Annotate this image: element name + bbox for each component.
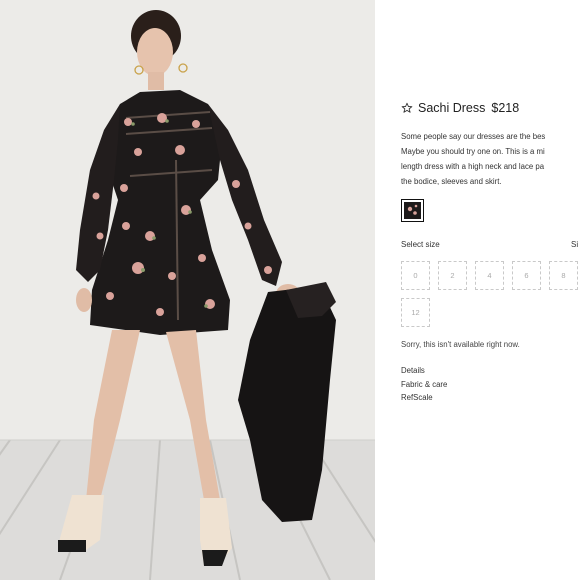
product-links: Details Fabric & care RefScale [401,364,447,405]
description-line: the bodice, sleeves and skirt. [401,177,502,186]
size-chart-link[interactable]: Si [571,240,578,249]
details-link[interactable]: Details [401,364,447,378]
size-option-4[interactable]: 4 [475,261,504,290]
description-line: Some people say our dresses are the bes [401,132,546,141]
size-option-8[interactable]: 8 [549,261,578,290]
fabric-care-link[interactable]: Fabric & care [401,378,447,392]
size-option-0[interactable]: 0 [401,261,430,290]
color-swatch[interactable] [401,199,424,222]
availability-message: Sorry, this isn't available right now. [401,340,520,349]
refscale-link[interactable]: RefScale [401,391,447,405]
description-line: Maybe you should try one on. This is a m… [401,147,545,156]
star-outline-icon[interactable] [401,102,413,114]
product-info-panel: Sachi Dress $218 Some people say our dre… [375,0,580,580]
product-price: $218 [491,101,520,115]
size-option-6[interactable]: 6 [512,261,541,290]
product-name: Sachi Dress [418,101,486,115]
color-swatch-thumbnail [404,202,421,219]
description-line: length dress with a high neck and lace p… [401,162,545,171]
product-description: Some people say our dresses are the bes … [401,129,580,189]
size-option-12[interactable]: 12 [401,298,430,327]
product-photo [0,0,375,580]
select-size-label: Select size [401,240,440,249]
size-option-2[interactable]: 2 [438,261,467,290]
product-title-row: Sachi Dress $218 [401,101,519,115]
